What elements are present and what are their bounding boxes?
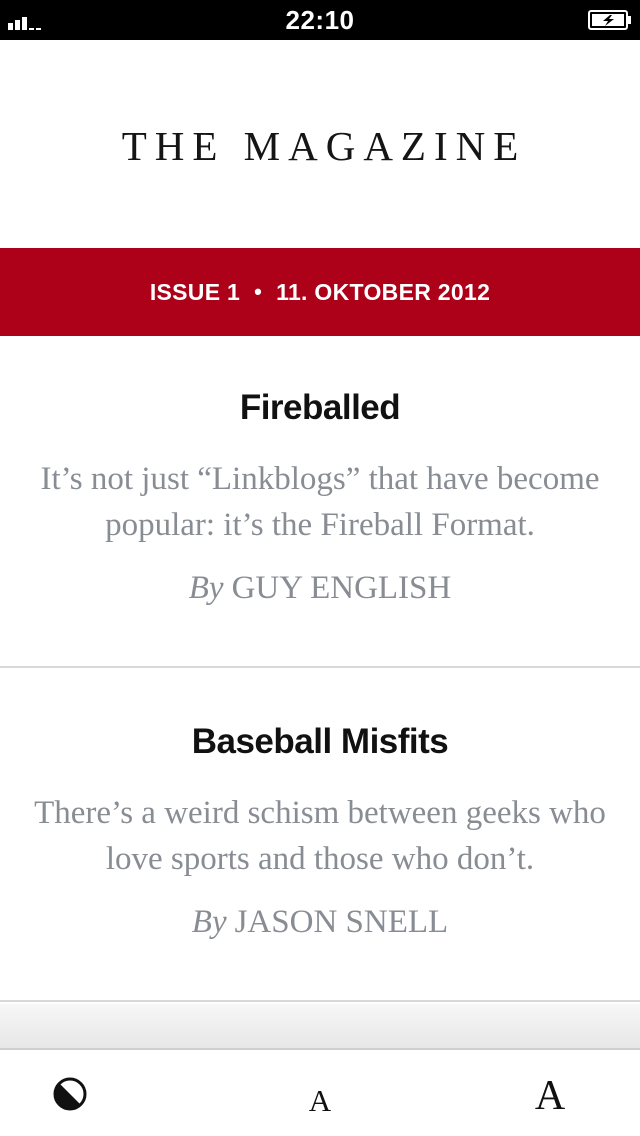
contrast-toggle-button[interactable] — [30, 1050, 110, 1136]
byline-prefix: By — [188, 570, 224, 606]
article-title: Fireballed — [239, 388, 401, 427]
bottom-toolbar: A A — [0, 1048, 640, 1136]
battery-charging-icon — [588, 10, 631, 30]
article-summary: It’s not just “Linkblogs” that have beco… — [40, 461, 600, 543]
small-text-label: A — [308, 1083, 332, 1118]
contrast-toggle-icon — [53, 1077, 87, 1111]
status-time: 22:10 — [285, 5, 355, 35]
status-bar: 22:10 — [0, 0, 640, 40]
article-author: GUY ENGLISH — [231, 570, 452, 606]
masthead: THE MAGAZINE — [0, 40, 640, 248]
issue-separator: • — [254, 279, 263, 304]
large-text-label: A — [534, 1073, 566, 1119]
article-summary: There’s a weird schism between geeks who… — [34, 795, 606, 877]
article-title: Baseball Misfits — [191, 722, 449, 761]
issue-banner: ISSUE 1 • 11. OKTOBER 2012 — [0, 248, 640, 336]
article-item[interactable]: Baseball Misfits There’s a weird schism … — [0, 670, 640, 1002]
increase-text-size-button[interactable]: A — [510, 1050, 590, 1136]
list-end-shadow — [0, 1004, 640, 1050]
magazine-title: THE MAGAZINE — [121, 123, 527, 169]
article-byline: By JASON SNELL — [0, 904, 640, 941]
article-byline: By GUY ENGLISH — [0, 570, 640, 607]
issue-date: 11. OKTOBER 2012 — [276, 278, 491, 305]
article-item[interactable]: Fireballed It’s not just “Linkblogs” tha… — [0, 336, 640, 668]
article-author: JASON SNELL — [234, 904, 449, 940]
decrease-text-size-button[interactable]: A — [280, 1050, 360, 1136]
issue-number: ISSUE 1 — [149, 278, 241, 305]
byline-prefix: By — [191, 904, 227, 940]
